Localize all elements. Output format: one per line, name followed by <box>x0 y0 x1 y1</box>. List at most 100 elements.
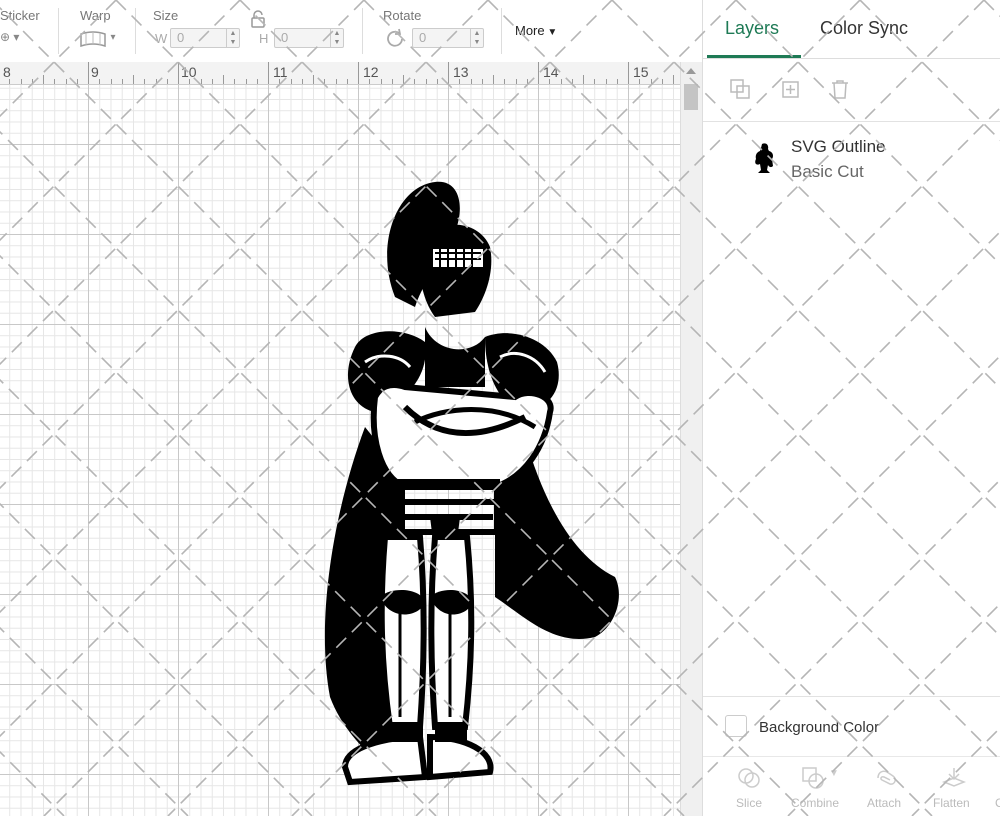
ruler-tick <box>256 79 258 84</box>
ruler-number: 12 <box>363 64 379 80</box>
ruler-tick <box>20 79 22 84</box>
ruler-tick <box>268 62 269 84</box>
ruler-number: 11 <box>273 64 288 80</box>
ruler-tick <box>481 79 483 84</box>
height-prefix: H <box>259 31 269 46</box>
ruler-tick <box>234 79 236 84</box>
ruler-tick <box>470 79 472 84</box>
ruler-tick <box>110 79 112 84</box>
ruler-number: 8 <box>3 64 11 80</box>
height-value: 0 <box>281 30 289 45</box>
height-field[interactable]: 0 ▲ ▼ <box>274 28 344 48</box>
attach-icon[interactable] <box>873 766 899 790</box>
combine-icon[interactable] <box>801 766 827 790</box>
ruler-tick <box>358 62 359 84</box>
height-stepper[interactable]: ▲ ▼ <box>330 29 343 47</box>
ruler-tick <box>133 75 134 84</box>
warp-button[interactable]: ▾ <box>80 30 115 53</box>
ruler-tick <box>279 79 281 84</box>
panel-divider <box>703 696 1000 697</box>
ruler-tick <box>166 79 168 84</box>
trash-icon[interactable] <box>829 78 851 100</box>
rotate-field[interactable]: 0 ▲ ▼ <box>412 28 484 48</box>
ruler-tick <box>549 79 551 84</box>
design-canvas[interactable]: 8 9 10 11 12 13 14 15 <box>0 62 680 816</box>
duplicate-icon[interactable] <box>779 78 801 100</box>
ruler-tick <box>571 79 573 84</box>
more-button[interactable]: More ▼ <box>515 23 557 38</box>
ruler-tick <box>121 79 123 84</box>
rotate-stepper[interactable]: ▲ ▼ <box>470 29 483 47</box>
background-color-swatch[interactable] <box>725 715 747 737</box>
lock-icon[interactable] <box>250 10 266 28</box>
ruler-tick <box>459 79 461 84</box>
vertical-scrollbar[interactable] <box>680 62 702 816</box>
flatten-button[interactable]: Flatten <box>933 796 970 810</box>
ruler-tick <box>65 79 67 84</box>
combine-button[interactable]: Combine <box>791 796 839 810</box>
ruler-number: 13 <box>453 64 469 80</box>
ruler-tick <box>526 79 528 84</box>
flatten-icon[interactable] <box>941 766 967 790</box>
group-icon[interactable] <box>729 78 751 100</box>
ruler-number: 10 <box>181 64 197 80</box>
ruler-tick <box>650 79 652 84</box>
ruler-tick <box>616 79 618 84</box>
horizontal-ruler: 8 9 10 11 12 13 14 15 <box>0 62 680 85</box>
tab-divider <box>703 58 1000 59</box>
width-field[interactable]: 0 ▲ ▼ <box>170 28 240 48</box>
ruler-tick <box>155 79 157 84</box>
ruler-tick <box>538 62 539 84</box>
ruler-tick <box>76 79 78 84</box>
ruler-tick <box>88 62 89 84</box>
ruler-tick <box>673 75 674 84</box>
sticker-icon: ⊕ <box>0 30 11 44</box>
ruler-tick <box>43 75 44 84</box>
ruler-tick <box>301 79 303 84</box>
toolbar-divider <box>501 8 502 54</box>
ruler-tick <box>380 79 382 84</box>
panel-divider <box>703 756 1000 757</box>
width-value: 0 <box>177 30 185 45</box>
ruler-number: 14 <box>543 64 559 80</box>
ruler-tick <box>223 75 224 84</box>
ruler-tick <box>54 79 56 84</box>
ruler-tick <box>605 79 607 84</box>
sticker-label: Sticker <box>0 8 40 23</box>
slice-button[interactable]: Slice <box>736 796 762 810</box>
slice-icon[interactable] <box>736 766 762 790</box>
ruler-tick <box>99 79 101 84</box>
ruler-tick <box>9 79 11 84</box>
width-prefix: W <box>155 31 168 46</box>
size-label: Size <box>153 8 179 23</box>
attach-button[interactable]: Attach <box>867 796 901 810</box>
toolbar-divider <box>362 8 363 54</box>
tab-layers[interactable]: Layers <box>725 18 779 39</box>
width-stepper[interactable]: ▲ ▼ <box>226 29 239 47</box>
ruler-tick <box>178 62 179 84</box>
ruler-tick <box>594 79 596 84</box>
ruler-tick <box>391 79 393 84</box>
knight-silhouette-icon[interactable] <box>295 177 635 797</box>
rotate-value: 0 <box>419 30 427 45</box>
ruler-tick <box>211 79 213 84</box>
sticker-button[interactable]: ⊕ ▾ <box>0 30 19 44</box>
ruler-tick <box>324 79 326 84</box>
toolbar-divider <box>135 8 136 54</box>
rotate-icon <box>387 28 403 47</box>
ruler-tick <box>493 75 494 84</box>
ruler-tick <box>448 62 449 84</box>
contour-button[interactable]: C <box>995 796 1000 810</box>
scrollbar-thumb[interactable] <box>684 84 698 110</box>
ruler-tick <box>560 79 562 84</box>
caret-down-icon: ▼ <box>544 27 558 38</box>
layers-panel: Layers Color Sync SVG Outline Basic Cut … <box>702 0 1000 816</box>
rotate-label: Rotate <box>383 8 422 23</box>
tab-color-sync[interactable]: Color Sync <box>820 18 908 39</box>
scroll-up-icon[interactable] <box>686 68 696 74</box>
more-label: More <box>515 23 545 38</box>
layer-item[interactable]: SVG Outline Basic Cut <box>703 130 1000 190</box>
ruler-tick <box>515 79 517 84</box>
ruler-tick <box>504 79 506 84</box>
ruler-tick <box>346 79 348 84</box>
